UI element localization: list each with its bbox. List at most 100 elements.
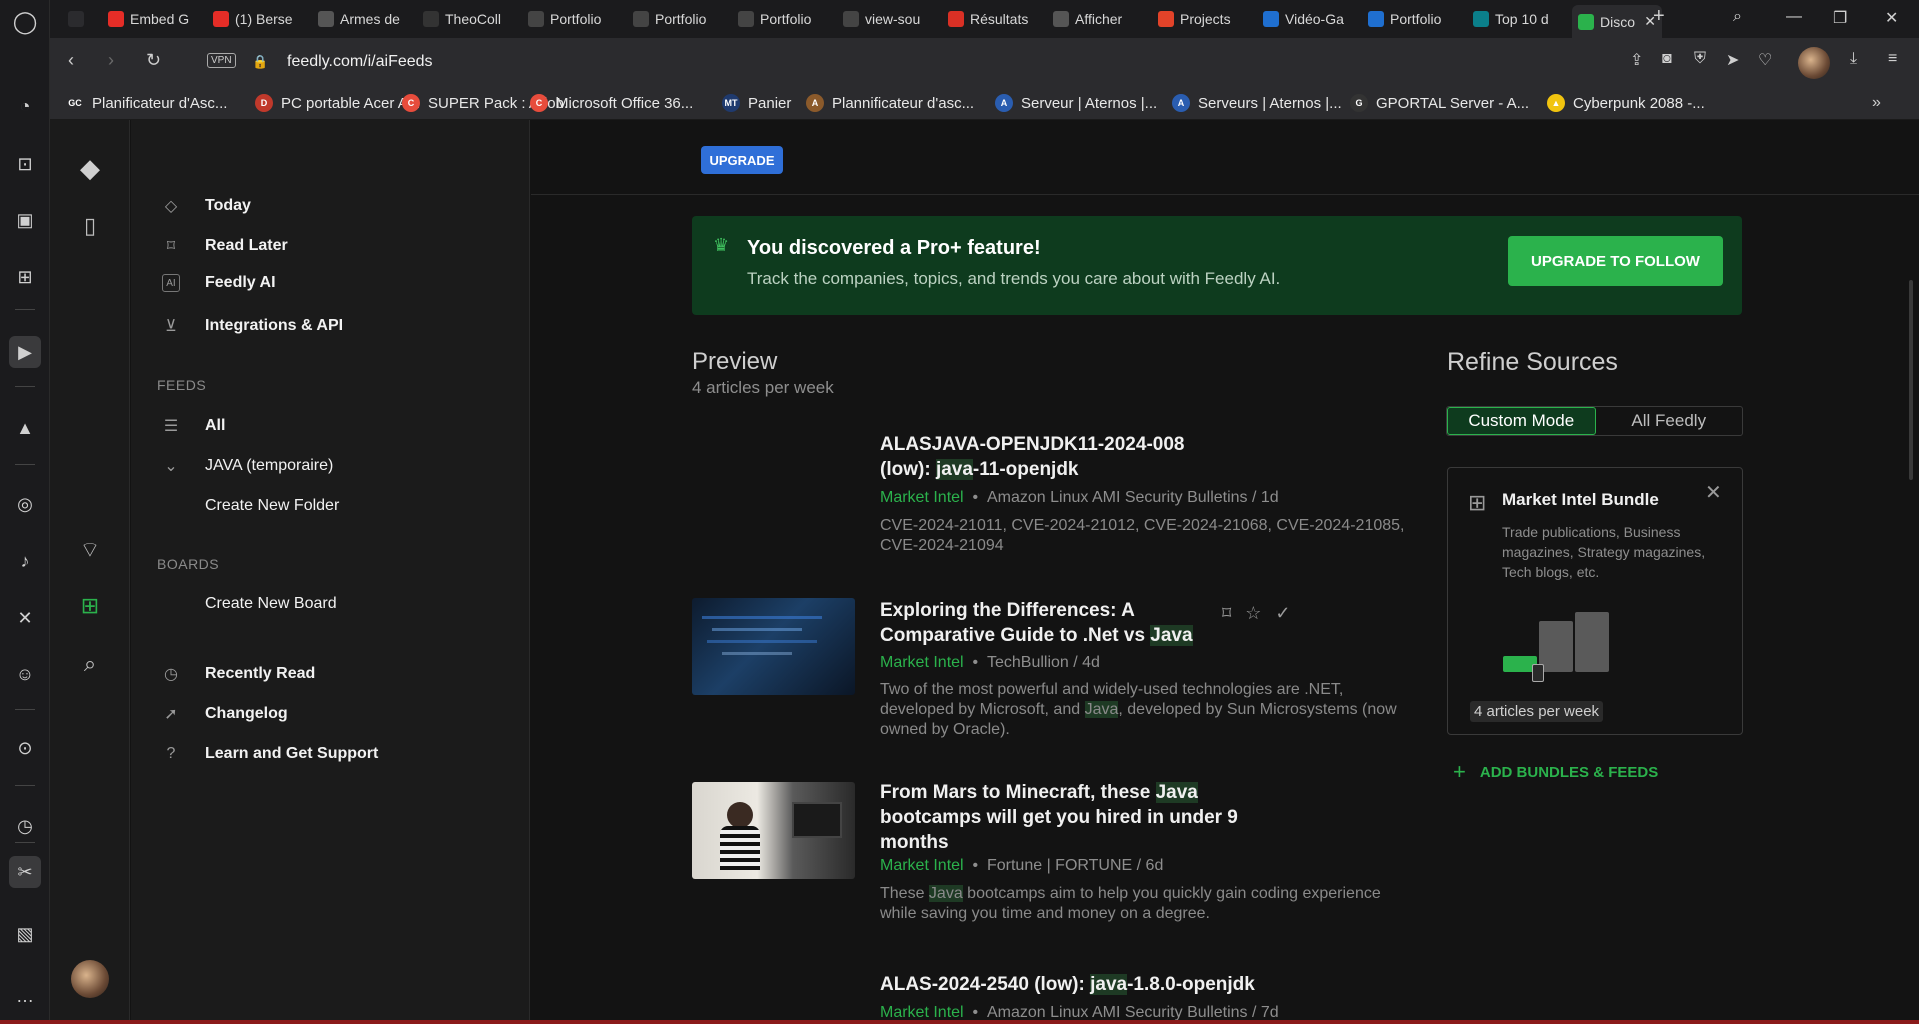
nav-recently-read[interactable]: ◷ Recently Read [159, 662, 315, 686]
send-icon[interactable]: ➤ [1726, 50, 1739, 70]
more-bookmarks-icon[interactable]: » [1872, 94, 1881, 112]
chip-icon[interactable]: ⊞ [9, 261, 41, 293]
sidebar-toggle-icon[interactable]: ▯ [74, 210, 106, 242]
nav-create-board[interactable]: Create New Board [159, 592, 337, 616]
discord-icon[interactable]: ☺ [9, 658, 41, 690]
close-icon[interactable]: ✕ [1705, 480, 1722, 505]
upgrade-to-follow-button[interactable]: UPGRADE TO FOLLOW [1508, 236, 1723, 286]
browser-tab[interactable]: TheoColl [417, 5, 517, 33]
forward-icon[interactable]: › [108, 50, 114, 71]
nav-java-folder[interactable]: ⌄ JAVA (temporaire) [159, 454, 333, 478]
player-icon[interactable]: ▶ [9, 336, 41, 368]
x-icon[interactable]: ✕ [9, 602, 41, 634]
browser-tab[interactable]: Portfolio [522, 5, 622, 33]
nav-read-later[interactable]: ⌑ Read Later [159, 234, 288, 258]
browser-tab[interactable] [62, 5, 92, 33]
play-circle-icon[interactable]: ⊙ [9, 732, 41, 764]
browser-tab[interactable]: (1) Berse [207, 5, 307, 33]
browser-tab[interactable]: Afficher [1047, 5, 1147, 33]
add-feed-icon[interactable]: ⌔ [74, 534, 106, 566]
heart-icon[interactable]: ♡ [1758, 50, 1772, 70]
url-field[interactable]: feedly.com/i/aiFeeds [287, 53, 433, 71]
shield-icon[interactable]: ⛨ [1694, 50, 1706, 68]
minimize-icon[interactable]: — [1786, 8, 1802, 26]
article-source[interactable]: Market Intel [880, 489, 964, 506]
article-item[interactable]: Exploring the Differences: A Comparative… [692, 598, 1432, 748]
nav-integrations[interactable]: ⊻ Integrations & API [159, 314, 343, 338]
nav-feedly-ai[interactable]: AI Feedly AI [159, 274, 276, 292]
bookmark-item[interactable]: G GPORTAL Server - A... [1350, 94, 1529, 112]
search-icon[interactable]: ⌕ [74, 648, 106, 680]
bookmark-item[interactable]: A Plannificateur d'asc... [806, 94, 974, 112]
article-title[interactable]: ALAS-2024-2540 (low): java-1.8.0-openjdk [880, 972, 1400, 997]
search-tabs-icon[interactable]: ⌕ [1733, 8, 1742, 26]
nav-changelog[interactable]: ➚ Changelog [159, 702, 287, 726]
all-feedly-option[interactable]: All Feedly [1596, 407, 1743, 435]
scrollbar[interactable] [1909, 280, 1913, 480]
bookmark-item[interactable]: D PC portable Acer A... [255, 94, 420, 112]
browser-tab[interactable]: Résultats [942, 5, 1042, 33]
bookmark-item[interactable]: ▲ Cyberpunk 2088 -... [1547, 94, 1705, 112]
article-source[interactable]: Market Intel [880, 857, 964, 874]
bundle-card[interactable]: ⊞ Market Intel Bundle ✕ Trade publicatio… [1447, 467, 1743, 735]
browser-tab[interactable]: Portfolio [732, 5, 832, 33]
user-avatar[interactable] [71, 960, 109, 998]
aria-icon[interactable]: ▲ [9, 412, 41, 444]
browser-tab[interactable]: Disco ✕ [1572, 5, 1662, 38]
browser-tab[interactable]: Projects [1152, 5, 1252, 33]
profile-avatar[interactable] [1798, 47, 1830, 79]
browser-tab[interactable]: Vidéo-Ga [1257, 5, 1357, 33]
lock-icon[interactable]: 🔒 [252, 54, 268, 70]
nav-today[interactable]: ◇ Today [159, 194, 251, 218]
download-icon[interactable]: ⤓ [1850, 50, 1857, 68]
nav-all[interactable]: ☰ All [159, 414, 226, 438]
bookmark-item[interactable]: C Microsoft Office 36... [530, 94, 693, 112]
bookmark-item[interactable]: A Serveur | Aternos |... [995, 94, 1157, 112]
bookmark-item[interactable]: MT Panier [722, 94, 791, 112]
nav-create-folder[interactable]: Create New Folder [159, 494, 339, 518]
upgrade-button[interactable]: UPGRADE [701, 146, 783, 174]
close-window-icon[interactable]: ✕ [1885, 8, 1898, 28]
ai-feed-icon[interactable]: ⊞ [74, 590, 106, 622]
twitch-icon[interactable]: ▣ [9, 204, 41, 236]
article-thumbnail[interactable] [692, 598, 855, 695]
new-tab-icon[interactable]: + [1653, 5, 1665, 28]
volume-slider-handle[interactable] [1532, 664, 1544, 682]
robot-icon[interactable]: ⊡ [9, 148, 41, 180]
restore-icon[interactable]: ❐ [1833, 8, 1847, 28]
browser-tab[interactable]: Armes de [312, 5, 412, 33]
article-title[interactable]: ALASJAVA-OPENJDK11-2024-008 (low): java-… [880, 432, 1240, 482]
browser-tab[interactable]: Embed G [102, 5, 202, 33]
browser-tab[interactable]: view-sou [837, 5, 937, 33]
share-icon[interactable]: ⇪ [1630, 50, 1643, 70]
article-item[interactable]: From Mars to Minecraft, these Java bootc… [692, 780, 1432, 930]
speed-dial-icon[interactable]: ◔ [9, 90, 41, 122]
feedly-logo-icon[interactable]: ◆ [74, 152, 106, 184]
article-thumbnail[interactable] [692, 782, 855, 879]
bookmark-item[interactable]: GC Planificateur d'Asc... [66, 94, 227, 112]
history-icon[interactable]: ◷ [9, 810, 41, 842]
save-bookmark-icon[interactable]: ⌑ [1222, 603, 1231, 624]
article-item[interactable]: ALAS-2024-2540 (low): java-1.8.0-openjdk… [692, 972, 1432, 1024]
article-item[interactable]: ALASJAVA-OPENJDK11-2024-008 (low): java-… [692, 432, 1432, 582]
vpn-badge[interactable]: VPN [207, 53, 236, 68]
custom-mode-option[interactable]: Custom Mode [1447, 407, 1596, 435]
bookmark-item[interactable]: A Serveurs | Aternos |... [1172, 94, 1342, 112]
pinboard-icon[interactable]: ✂ [9, 856, 41, 888]
add-bundles-button[interactable]: + ADD BUNDLES & FEEDS [1453, 759, 1658, 785]
article-source[interactable]: Market Intel [880, 654, 964, 671]
camera-icon[interactable]: ◙ [1662, 50, 1672, 68]
nav-learn[interactable]: ? Learn and Get Support [159, 742, 379, 766]
browser-tab[interactable]: Portfolio [627, 5, 727, 33]
star-icon[interactable]: ☆ [1245, 603, 1261, 624]
tiktok-icon[interactable]: ♪ [9, 545, 41, 577]
browser-tab[interactable]: Portfolio [1362, 5, 1462, 33]
opera-logo-icon[interactable]: ◯ [9, 6, 41, 38]
article-title[interactable]: Exploring the Differences: A Comparative… [880, 598, 1240, 648]
article-source[interactable]: Market Intel [880, 1004, 964, 1021]
back-icon[interactable]: ‹ [68, 50, 74, 71]
mark-read-icon[interactable]: ✓ [1275, 603, 1290, 624]
browser-tab[interactable]: Top 10 d [1467, 5, 1567, 33]
article-title[interactable]: From Mars to Minecraft, these Java bootc… [880, 780, 1240, 855]
more-icon[interactable]: … [9, 980, 41, 1012]
